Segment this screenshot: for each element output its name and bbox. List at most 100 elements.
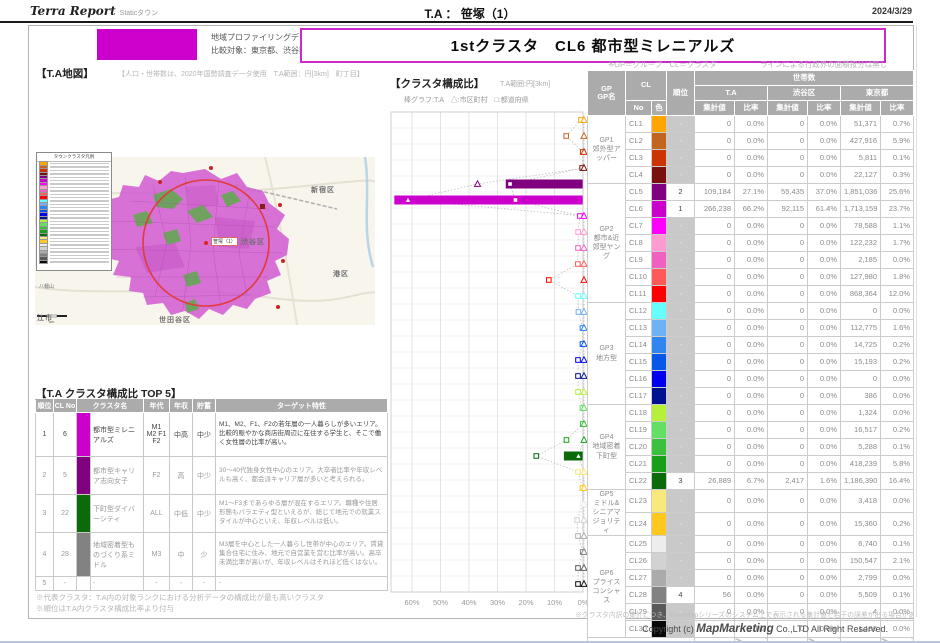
- cl-label: CL18: [626, 405, 652, 422]
- cluster-row: GP4地域密着下町型CL18-00.0%00.0%1,3240.0%: [588, 405, 914, 422]
- cl-label: CL20: [626, 439, 652, 456]
- cluster-row: CL11-00.0%00.0%868,36412.0%: [588, 286, 914, 303]
- cl-color-swatch: [652, 513, 667, 536]
- cl-rank: 3: [667, 473, 695, 490]
- svg-text:30%: 30%: [490, 598, 505, 607]
- cl-color-swatch: [652, 218, 667, 235]
- cl-color-swatch: [652, 422, 667, 439]
- top5-row: 428地域密着型ものづくり系ミドルM3中少M3層を中心とした一人暮らし世帯が中心…: [36, 533, 388, 577]
- cl-rank: -: [667, 405, 695, 422]
- cluster-row: CL17-00.0%00.0%3860.0%: [588, 388, 914, 405]
- cluster-color-swatch: [97, 29, 197, 60]
- cluster-color-cell: [77, 495, 91, 533]
- map-place-label: 新宿区: [311, 185, 335, 195]
- cl-label: CL27: [626, 570, 652, 587]
- cl-rank: -: [667, 513, 695, 536]
- cl-color-swatch: [652, 473, 667, 490]
- page-edge: [916, 25, 917, 617]
- cl-color-swatch: [652, 337, 667, 354]
- cluster-row: CL284560.0%00.0%5,5090.1%: [588, 587, 914, 604]
- cluster-title: 1stクラスタ CL6 都市型ミレニアルズ: [451, 35, 736, 56]
- top5-note-1: ※代表クラスタ：T.A内の対象ランクにおける分析データの構成比が最も高いクラスタ: [36, 592, 324, 603]
- cluster-row: GP6プライスコンシャスCL25-00.0%00.0%6,7400.1%: [588, 536, 914, 553]
- top5-row: 5------: [36, 577, 388, 591]
- cl-label: CL17: [626, 388, 652, 405]
- cluster-row: CL21-00.0%00.0%418,2395.8%: [588, 456, 914, 473]
- report-page: Terra ReportStaticタウン T.A ： 笹塚（1） 2024/3…: [0, 0, 940, 643]
- cluster-composition-chart: 0%10%20%30%40%50%60%: [388, 108, 588, 618]
- cl-label: CL12: [626, 303, 652, 320]
- cl-label: CL28: [626, 587, 652, 604]
- cl-color-swatch: [652, 184, 667, 201]
- gp-name: GP6プライスコンシャス: [588, 536, 626, 638]
- cl-label: CL3: [626, 150, 652, 167]
- top5-row: 322下町型ダイバーシティALL中低中少M1～F3まであらゆる層が混在するエリア…: [36, 495, 388, 533]
- cl-rank: -: [667, 218, 695, 235]
- cluster-row: CL15-00.0%00.0%15,1930.2%: [588, 354, 914, 371]
- cl-color-swatch: [652, 553, 667, 570]
- top5-row: 16都市型ミレニアルズM1 M2 F1 F2中高中少M1、M2、F1、F2の若年…: [36, 413, 388, 457]
- chart-section-title: 【クラスタ構成比】: [390, 76, 484, 91]
- cluster-color-cell: [77, 457, 91, 495]
- cluster-row: CL14-00.0%00.0%14,7250.2%: [588, 337, 914, 354]
- cluster-row: CL19-00.0%00.0%16,5170.2%: [588, 422, 914, 439]
- cl-rank: -: [667, 167, 695, 184]
- cl-rank: -: [667, 388, 695, 405]
- chart-legend: 棒グラフ:T.A △:市区町村 □:都道府県: [404, 95, 529, 105]
- cluster-row: CL22326,8896.7%2,4171.6%1,186,39016.4%: [588, 473, 914, 490]
- cl-color-swatch: [652, 456, 667, 473]
- cl-rank: -: [667, 320, 695, 337]
- cl-rank: -: [667, 456, 695, 473]
- cluster-row: CL13-00.0%00.0%112,7751.6%: [588, 320, 914, 337]
- cl-color-swatch: [652, 490, 667, 513]
- cl-color-swatch: [652, 252, 667, 269]
- cl-rank: -: [667, 570, 695, 587]
- cl-label: CL10: [626, 269, 652, 286]
- cl-color-swatch: [652, 269, 667, 286]
- map-legend-title: タウンクラスタ凡例: [37, 153, 111, 162]
- cl-rank: -: [667, 133, 695, 150]
- map-place-label: 江市: [37, 313, 53, 323]
- cluster-color-cell: [77, 577, 91, 591]
- gp-name: GP3地方型: [588, 303, 626, 405]
- cl-label: CL16: [626, 371, 652, 388]
- cl-color-swatch: [652, 405, 667, 422]
- cl-label: CL19: [626, 422, 652, 439]
- map-place-label: 八幡山: [39, 283, 54, 290]
- cl-color-swatch: [652, 371, 667, 388]
- cl-label: CL4: [626, 167, 652, 184]
- cluster-row: CL24-00.0%00.0%15,3600.2%: [588, 513, 914, 536]
- cl-color-swatch: [652, 439, 667, 456]
- cl-color-swatch: [652, 388, 667, 405]
- cl-label: CL5: [626, 184, 652, 201]
- cl-rank: -: [667, 371, 695, 388]
- cluster-row: GP1郊外型アッパーCL1-00.0%00.0%51,3710.7%: [588, 116, 914, 133]
- cluster-row: CL2-00.0%00.0%427,9165.9%: [588, 133, 914, 150]
- cluster-row: CL16-00.0%00.0%00.0%: [588, 371, 914, 388]
- gp-name: GP1郊外型アッパー: [588, 116, 626, 184]
- cluster-row: CL9-00.0%00.0%2,1850.0%: [588, 252, 914, 269]
- cluster-row: CL27-00.0%00.0%2,7990.0%: [588, 570, 914, 587]
- cl-label: CL2: [626, 133, 652, 150]
- cl-rank: -: [667, 490, 695, 513]
- top5-row: 25都市型キャリア志向女子F2高中少30～40代独身女性中心のエリア。大卒者比率…: [36, 457, 388, 495]
- cl-label: CL24: [626, 513, 652, 536]
- cl-rank: -: [667, 269, 695, 286]
- map-place-label: 港区: [333, 269, 349, 279]
- cl-label: CL15: [626, 354, 652, 371]
- cluster-row: GP3地方型CL12-00.0%00.0%00.0%: [588, 303, 914, 320]
- cl-rank: -: [667, 337, 695, 354]
- table-header-row: No色 集計値比率 集計値比率 集計値比率: [588, 101, 914, 116]
- cluster-table: GPGP名 CL 順位 世帯数 T.A 渋谷区 東京都 No色 集計値比率 集計…: [587, 70, 914, 643]
- cl-rank: -: [667, 553, 695, 570]
- cl-color-swatch: [652, 570, 667, 587]
- table-note-gp: ※GP＝グループ CL＝クラスタ: [608, 59, 717, 70]
- cluster-row: CL26-00.0%00.0%150,5472.1%: [588, 553, 914, 570]
- cl-color-swatch: [652, 116, 667, 133]
- cl-rank: 4: [667, 587, 695, 604]
- cl-rank: -: [667, 286, 695, 303]
- svg-text:20%: 20%: [518, 598, 533, 607]
- cl-label: CL8: [626, 235, 652, 252]
- cl-rank: -: [667, 536, 695, 553]
- cl-label: CL25: [626, 536, 652, 553]
